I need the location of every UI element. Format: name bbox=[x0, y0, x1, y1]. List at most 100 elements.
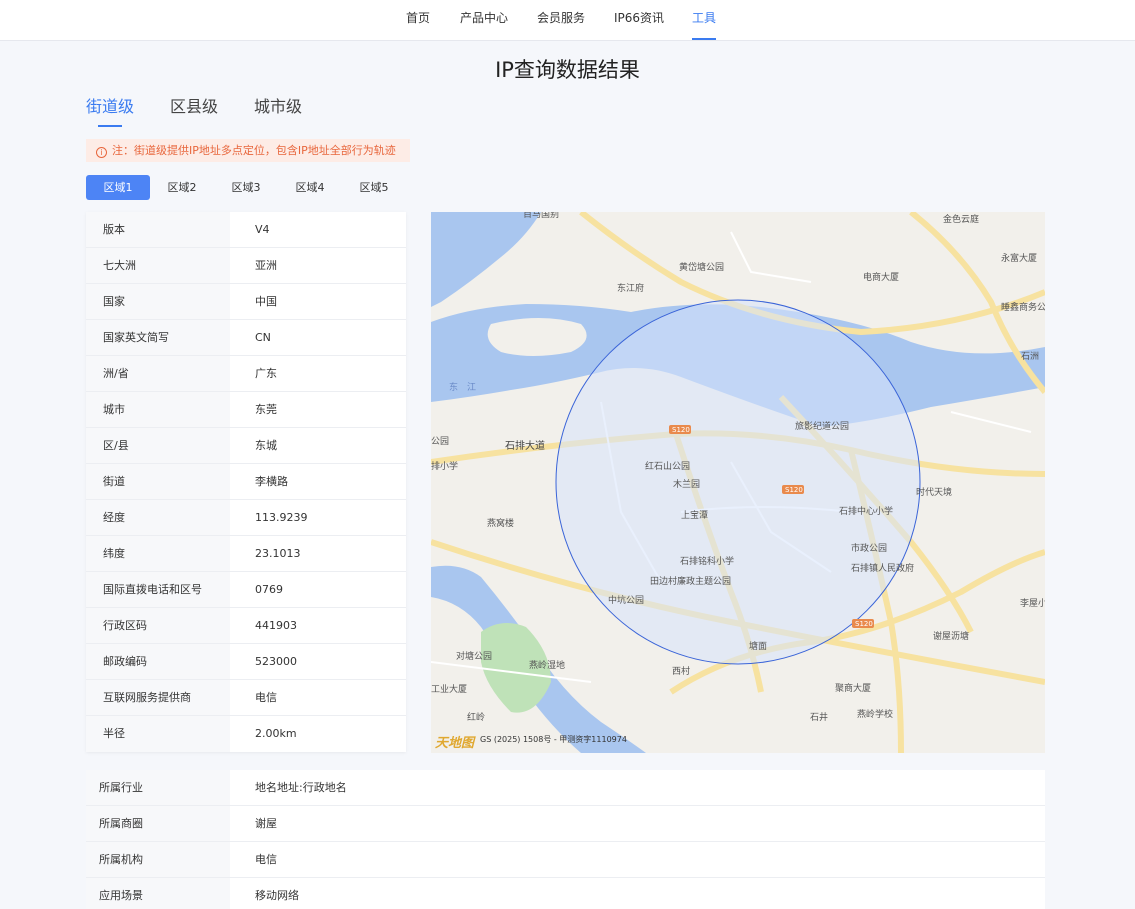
info-icon: i bbox=[96, 147, 107, 158]
row-value: 23.1013 bbox=[255, 547, 301, 560]
region-tab-1[interactable]: 区域1 bbox=[86, 175, 150, 200]
nav-item-tools[interactable]: 工具 bbox=[692, 0, 717, 40]
map-label-liwu: 李屋小 bbox=[1020, 597, 1045, 609]
extra-info-table: 所属行业 地名地址:行政地名 所属商圈 谢屋 所属机构 电信 应用场景 移动网络 bbox=[86, 770, 1045, 909]
row-label: 所属机构 bbox=[86, 842, 230, 877]
row-value: 中国 bbox=[255, 295, 277, 308]
map-label-huangtang: 黄岱塘公园 bbox=[679, 261, 724, 273]
map-label-tianbian: 田边村廉政主题公园 bbox=[650, 575, 731, 587]
nav-item-home[interactable]: 首页 bbox=[406, 0, 430, 40]
row-value: 李横路 bbox=[255, 475, 288, 488]
row-value: 地名地址:行政地名 bbox=[255, 781, 347, 794]
notice-text: 注：街道级提供IP地址多点定位，包含IP地址全部行为轨迹 bbox=[112, 144, 396, 157]
table-row: 所属机构 电信 bbox=[86, 842, 1045, 878]
table-row: 所属行业 地名地址:行政地名 bbox=[86, 770, 1045, 806]
table-row: 所属商圈 谢屋 bbox=[86, 806, 1045, 842]
row-value: 移动网络 bbox=[255, 889, 299, 902]
map-label-top: 百马国别 bbox=[523, 212, 559, 220]
row-value: 电信 bbox=[255, 853, 277, 866]
map-label-shijing: 石井 bbox=[810, 711, 828, 723]
row-label: 邮政编码 bbox=[86, 644, 230, 679]
tab-district-level[interactable]: 区县级 bbox=[170, 93, 218, 117]
map-label-yanling-school: 燕岭学校 bbox=[857, 708, 893, 720]
row-label: 所属行业 bbox=[86, 770, 230, 805]
nav-item-membership[interactable]: 会员服务 bbox=[537, 0, 585, 40]
map-label-dianshang: 电商大厦 bbox=[863, 271, 899, 283]
map-label-hongling: 红岭 bbox=[467, 711, 485, 723]
map-label-gongye: 工业大厦 bbox=[431, 683, 467, 695]
row-label: 街道 bbox=[86, 464, 230, 499]
map-label-shipaiming: 石排铭科小学 bbox=[680, 555, 734, 567]
row-value: CN bbox=[255, 331, 271, 344]
region-tab-2[interactable]: 区域2 bbox=[150, 175, 214, 200]
tab-city-level[interactable]: 城市级 bbox=[254, 93, 302, 117]
map-label-dongjiangfu: 东江府 bbox=[617, 282, 644, 294]
page-title: IP查询数据结果 bbox=[495, 58, 640, 82]
row-value: 0769 bbox=[255, 583, 283, 596]
table-row: 区/县 东城 bbox=[86, 428, 406, 464]
table-row: 洲/省 广东 bbox=[86, 356, 406, 392]
region-tab-4[interactable]: 区域4 bbox=[278, 175, 342, 200]
map-label-yanling-wet: 燕岭湿地 bbox=[529, 659, 565, 671]
row-label: 国家英文简写 bbox=[86, 320, 230, 355]
nav-item-news[interactable]: IP66资讯 bbox=[614, 0, 664, 40]
table-row: 国际直拨电话和区号 0769 bbox=[86, 572, 406, 608]
row-label: 经度 bbox=[86, 500, 230, 535]
location-map[interactable]: 百马国别 金色云庭 黄岱塘公园 东江府 电商大厦 永富大厦 睡鑫商务公 石洲 东… bbox=[431, 212, 1045, 753]
table-row: 七大洲 亚洲 bbox=[86, 248, 406, 284]
region-tab-5[interactable]: 区域5 bbox=[342, 175, 406, 200]
table-row: 版本 V4 bbox=[86, 212, 406, 248]
map-label-jinse: 金色云庭 bbox=[943, 213, 979, 225]
map-label-river: 东 江 bbox=[449, 381, 476, 393]
row-value: V4 bbox=[255, 223, 270, 236]
nav-item-products[interactable]: 产品中心 bbox=[460, 0, 508, 40]
row-label: 国家 bbox=[86, 284, 230, 319]
map-label-yongfu: 永富大厦 bbox=[1001, 252, 1037, 264]
map-label-road-main: 石排大道 bbox=[505, 439, 545, 452]
map-label-xiaoxue: 排小学 bbox=[431, 460, 458, 472]
row-label: 区/县 bbox=[86, 428, 230, 463]
row-label: 洲/省 bbox=[86, 356, 230, 391]
notice-banner: i 注：街道级提供IP地址多点定位，包含IP地址全部行为轨迹 bbox=[86, 139, 410, 162]
map-label-zhonghang: 中坑公园 bbox=[608, 594, 644, 606]
map-label-lvyou: 旅影纪道公园 bbox=[795, 420, 849, 432]
row-label: 版本 bbox=[86, 212, 230, 247]
map-label-tangmian: 塘面 bbox=[749, 640, 767, 652]
map-label-shangbaotan: 上宝潭 bbox=[681, 509, 708, 521]
map-label-shizheng: 市政公园 bbox=[851, 542, 887, 554]
row-value: 2.00km bbox=[255, 727, 297, 740]
ip-info-table: 版本 V4 七大洲 亚洲 国家 中国 国家英文简写 CN 洲/省 广东 城市 东莞 区/县 东城 街道 李横路… bbox=[86, 212, 406, 752]
table-row: 国家英文简写 CN bbox=[86, 320, 406, 356]
map-radius-circle bbox=[555, 299, 921, 665]
map-label-shidai: 时代天境 bbox=[916, 486, 952, 498]
map-logo: 天地图 bbox=[435, 735, 476, 751]
map-copyright: GS (2025) 1508号 - 甲测资字1110974 bbox=[480, 734, 627, 744]
map-label-hongshishan: 红石山公园 bbox=[645, 460, 690, 472]
map-label-shengtai: 睡鑫商务公 bbox=[1001, 301, 1045, 313]
table-row: 街道 李横路 bbox=[86, 464, 406, 500]
region-tab-3[interactable]: 区域3 bbox=[214, 175, 278, 200]
table-row: 行政区码 441903 bbox=[86, 608, 406, 644]
row-label: 互联网服务提供商 bbox=[86, 680, 230, 715]
row-label: 七大洲 bbox=[86, 248, 230, 283]
map-label-yanwo: 燕窝楼 bbox=[487, 517, 514, 529]
row-value: 523000 bbox=[255, 655, 297, 668]
table-row: 纬度 23.1013 bbox=[86, 536, 406, 572]
map-shield-s120-a: S120 bbox=[672, 426, 690, 434]
row-value: 亚洲 bbox=[255, 259, 277, 272]
map-label-xicun: 西村 bbox=[672, 665, 690, 677]
tab-street-level[interactable]: 街道级 bbox=[86, 93, 134, 117]
active-tab-indicator bbox=[98, 125, 122, 127]
map-shield-s120-c: S120 bbox=[855, 620, 873, 628]
map-label-shizhou: 石洲 bbox=[1021, 351, 1039, 362]
map-label-mulan: 木兰园 bbox=[673, 478, 700, 490]
map-label-xiewu: 谢屋沥塘 bbox=[933, 630, 969, 642]
map-label-jiyi: 聚商大厦 bbox=[835, 682, 871, 694]
table-row: 经度 113.9239 bbox=[86, 500, 406, 536]
row-value: 东城 bbox=[255, 439, 277, 452]
row-label: 纬度 bbox=[86, 536, 230, 571]
map-island bbox=[487, 318, 587, 356]
row-value: 谢屋 bbox=[255, 817, 277, 830]
row-label: 行政区码 bbox=[86, 608, 230, 643]
table-row: 互联网服务提供商 电信 bbox=[86, 680, 406, 716]
